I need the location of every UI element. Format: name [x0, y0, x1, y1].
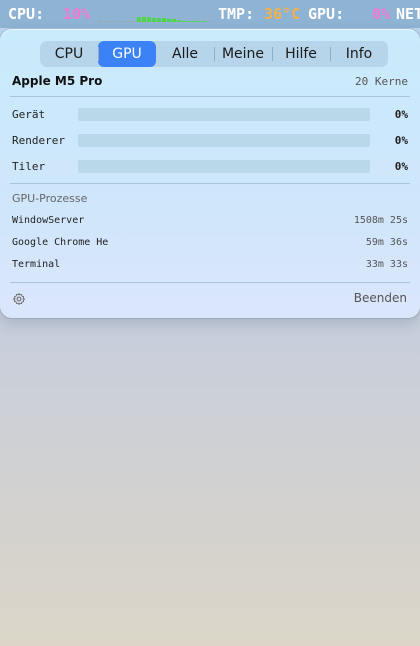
metric-label-tiler: Tiler	[12, 160, 46, 173]
divider	[10, 183, 410, 184]
device-name: Apple M5 Pro	[12, 74, 103, 88]
metric-label-renderer: Renderer	[12, 134, 65, 147]
net-label: NET	[396, 5, 420, 23]
divider	[10, 282, 410, 283]
cpu-history-bar	[202, 21, 206, 22]
cpu-history-bar	[177, 20, 181, 22]
cpu-history-bar	[152, 18, 156, 22]
tmp-label: TMP:	[218, 5, 255, 23]
tab-meine[interactable]: Meine	[214, 41, 272, 67]
process-name: Google Chrome He	[12, 237, 109, 248]
process-time: 59m 36s	[365, 237, 408, 248]
core-count: 20 Kerne	[355, 75, 408, 88]
gpu-label: GPU:	[308, 5, 345, 23]
cpu-label: CPU:	[8, 5, 45, 23]
cpu-history-bar	[147, 17, 151, 22]
cpu-history-bar	[142, 17, 146, 22]
gpu-value: 0%	[372, 5, 391, 23]
process-name: WindowServer	[12, 215, 85, 226]
process-time: 33m 33s	[365, 259, 408, 270]
process-time: 1508m 25s	[353, 215, 408, 226]
cpu-history-bar	[192, 21, 196, 22]
process-name: Terminal	[12, 259, 61, 270]
cpu-history-bar	[162, 18, 166, 22]
cpu-history-bar	[182, 21, 186, 22]
quit-button[interactable]: Beenden	[354, 291, 407, 305]
metric-bar-renderer	[78, 134, 370, 147]
metric-value-geraet: 0%	[394, 108, 408, 121]
graph-bars	[137, 17, 206, 22]
tab-bar: CPU GPU Alle Meine Hilfe Info	[40, 41, 388, 67]
tab-gpu[interactable]: GPU	[98, 41, 156, 67]
menu-bar: CPU: 10% TMP: 36°C GPU: 0% NET	[0, 0, 420, 28]
tab-cpu[interactable]: CPU	[40, 41, 98, 67]
metric-bar-geraet	[78, 108, 370, 121]
tab-info[interactable]: Info	[330, 41, 388, 67]
tab-alle[interactable]: Alle	[156, 41, 214, 67]
cpu-history-graph	[99, 8, 211, 24]
cpu-history-bar	[157, 18, 161, 22]
metric-label-geraet: Gerät	[12, 108, 46, 121]
cpu-history-bar	[197, 21, 201, 22]
tmp-value: 36°C	[264, 5, 301, 23]
cpu-history-bar	[167, 19, 171, 22]
cpu-value: 10%	[63, 5, 91, 23]
divider	[10, 96, 410, 97]
process-section-title: GPU-Prozesse	[12, 192, 88, 205]
metric-bar-tiler	[78, 160, 370, 173]
cpu-history-bar	[187, 21, 191, 22]
metric-value-renderer: 0%	[394, 134, 408, 147]
cpu-history-bar	[172, 19, 176, 22]
tab-hilfe[interactable]: Hilfe	[272, 41, 330, 67]
gear-icon[interactable]	[12, 292, 26, 306]
cpu-history-bar	[137, 17, 141, 22]
metric-value-tiler: 0%	[394, 160, 408, 173]
stats-popover: CPU GPU Alle Meine Hilfe Info Apple M5 P…	[0, 29, 420, 318]
